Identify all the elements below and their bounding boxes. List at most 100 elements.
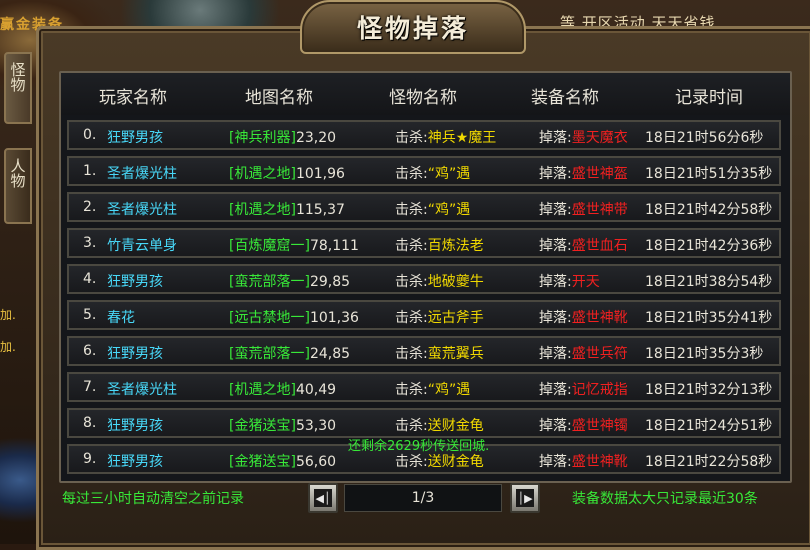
map-coord: 56,60 [295, 454, 337, 470]
drop-prefix: 掉落: [539, 454, 572, 470]
player-name[interactable]: 狂野男孩 [107, 415, 163, 435]
row-index: 4. [83, 271, 97, 287]
map-location: [百炼魔窟一]78,111 [229, 235, 359, 255]
kill-prefix: 击杀: [395, 454, 428, 470]
drop-prefix: 掉落: [539, 166, 572, 182]
equip-name[interactable]: 记忆戒指 [572, 382, 628, 398]
table-header: 玩家名称 地图名称 怪物名称 装备名称 记录时间 [61, 73, 790, 115]
equip-name[interactable]: 盛世神带 [572, 202, 628, 218]
drop-info: 掉落:盛世神盔 [539, 163, 628, 183]
player-name[interactable]: 狂野男孩 [107, 451, 163, 471]
monster-name: “鸡”遇 [427, 382, 471, 398]
drop-prefix: 掉落: [539, 130, 572, 146]
player-name[interactable]: 竹青云单身 [107, 235, 177, 255]
record-time: 18日21时56分6秒 [645, 130, 764, 146]
player-name[interactable]: 狂野男孩 [107, 271, 163, 291]
table-row[interactable]: 8. 狂野男孩 [金猪送宝]53,30 击杀:送财金龟 掉落:盛世神镯 18日21时24分… [67, 408, 781, 438]
map-name: 蛮荒部落一 [234, 274, 305, 290]
row-index: 1. [83, 163, 97, 179]
equip-name[interactable]: 盛世血石 [572, 238, 628, 254]
kill-prefix: 击杀: [395, 130, 428, 146]
player-name[interactable]: 圣者爆光柱 [107, 199, 177, 219]
record-time: 18日21时32分13秒 [645, 382, 773, 398]
drop-info: 掉落:盛世兵符 [539, 343, 628, 363]
window-title-plate: 怪物掉落 [300, 0, 526, 54]
row-index: 7. [83, 379, 97, 395]
page-indicator: 1/3 [344, 484, 502, 512]
map-coord: 115,37 [295, 202, 345, 218]
drop-info: 掉落:记忆戒指 [539, 379, 628, 399]
row-index: 2. [83, 199, 97, 215]
kill-prefix: 击杀: [395, 274, 428, 290]
equip-name[interactable]: 盛世神镯 [572, 418, 628, 434]
map-name: 金猪送宝 [234, 454, 291, 470]
player-name[interactable]: 狂野男孩 [107, 343, 163, 363]
map-name: 金猪送宝 [234, 418, 291, 434]
table-row[interactable]: 4. 狂野男孩 [蛮荒部落一]29,85 击杀:地破夔牛 掉落:开天 18日21时38分5… [67, 264, 781, 294]
row-index: 5. [83, 307, 97, 323]
map-location: [蛮荒部落一]29,85 [229, 271, 350, 291]
table-row[interactable]: 7. 圣者爆光柱 [机遇之地]40,49 击杀:“鸡”遇 掉落:记忆戒指 18日21时32… [67, 372, 781, 402]
player-name[interactable]: 圣者爆光柱 [107, 163, 177, 183]
map-coord: 78,111 [309, 238, 359, 254]
kill-info: 击杀:地破夔牛 [395, 271, 484, 291]
tab-monster-label: 怪物 [8, 62, 27, 92]
drop-info: 掉落:盛世神镯 [539, 415, 628, 435]
map-coord: 23,20 [295, 130, 337, 146]
equip-name[interactable]: 盛世神盔 [572, 166, 628, 182]
drop-info: 掉落:盛世神靴 [539, 307, 628, 327]
kill-info: 击杀:蛮荒翼兵 [395, 343, 484, 363]
player-name[interactable]: 狂野男孩 [107, 127, 163, 147]
background-chat-snippet: 加. [0, 308, 16, 322]
table-row[interactable]: 5. 春花 [远古禁地一]101,36 击杀:远古斧手 掉落:盛世神靴 18日21时35分… [67, 300, 781, 330]
equip-name[interactable]: 盛世兵符 [572, 346, 628, 362]
map-location: [蛮荒部落一]24,85 [229, 343, 350, 363]
next-page-button[interactable]: │▶ [510, 483, 540, 513]
table-row[interactable]: 0. 狂野男孩 [神兵利器]23,20 击杀:神兵★魔王 掉落:墨天魔衣 18日21时56… [67, 120, 781, 150]
next-arrow-icon: │▶ [516, 489, 534, 507]
kill-info: 击杀:神兵★魔王 [395, 127, 496, 147]
player-name[interactable]: 圣者爆光柱 [107, 379, 177, 399]
equip-name[interactable]: 盛世神靴 [572, 310, 628, 326]
teleport-countdown-message: 还剩余2629秒传送回城. [348, 439, 490, 454]
kill-info: 击杀:送财金龟 [395, 415, 484, 435]
table-row[interactable]: 3. 竹青云单身 [百炼魔窟一]78,111 击杀:百炼法老 掉落:盛世血石 18日21时… [67, 228, 781, 258]
kill-prefix: 击杀: [395, 346, 428, 362]
kill-prefix: 击杀: [395, 166, 428, 182]
header-time: 记录时间 [675, 88, 743, 108]
map-name: 机遇之地 [234, 202, 291, 218]
map-name: 百炼魔窟一 [234, 238, 305, 254]
tab-person[interactable]: 人物 [4, 148, 32, 224]
prev-page-button[interactable]: ◀│ [308, 483, 338, 513]
table-row[interactable]: 6. 狂野男孩 [蛮荒部落一]24,85 击杀:蛮荒翼兵 掉落:盛世兵符 18日21时35… [67, 336, 781, 366]
drop-prefix: 掉落: [539, 346, 572, 362]
map-location: [机遇之地]40,49 [229, 379, 336, 399]
kill-info: 击杀:“鸡”遇 [395, 163, 470, 183]
map-coord: 101,96 [295, 166, 345, 182]
monster-name: 送财金龟 [427, 454, 484, 470]
tab-monster[interactable]: 怪物 [4, 52, 32, 124]
drop-prefix: 掉落: [539, 202, 572, 218]
table-row[interactable]: 1. 圣者爆光柱 [机遇之地]101,96 击杀:“鸡”遇 掉落:盛世神盔 18日21时5… [67, 156, 781, 186]
record-time: 18日21时42分36秒 [645, 238, 773, 254]
kill-prefix: 击杀: [395, 238, 428, 254]
map-name: 神兵利器 [234, 130, 291, 146]
header-map: 地图名称 [245, 88, 313, 108]
drop-prefix: 掉落: [539, 418, 572, 434]
map-name: 远古禁地一 [234, 310, 305, 326]
monster-name: 蛮荒翼兵 [427, 346, 484, 362]
equip-name[interactable]: 盛世神靴 [572, 454, 628, 470]
map-coord: 101,36 [309, 310, 359, 326]
kill-prefix: 击杀: [395, 310, 428, 326]
map-coord: 53,30 [295, 418, 337, 434]
player-name[interactable]: 春花 [107, 307, 135, 327]
prev-arrow-icon: ◀│ [314, 489, 332, 507]
table-row[interactable]: 2. 圣者爆光柱 [机遇之地]115,37 击杀:“鸡”遇 掉落:盛世神带 18日21时4… [67, 192, 781, 222]
map-coord: 29,85 [309, 274, 351, 290]
header-monster: 怪物名称 [389, 88, 457, 108]
kill-info: 击杀:远古斧手 [395, 307, 484, 327]
equip-name[interactable]: 开天 [572, 274, 600, 290]
row-index: 9. [83, 451, 97, 467]
equip-name[interactable]: 墨天魔衣 [572, 130, 628, 146]
background-chat-snippet: 加. [0, 340, 16, 354]
